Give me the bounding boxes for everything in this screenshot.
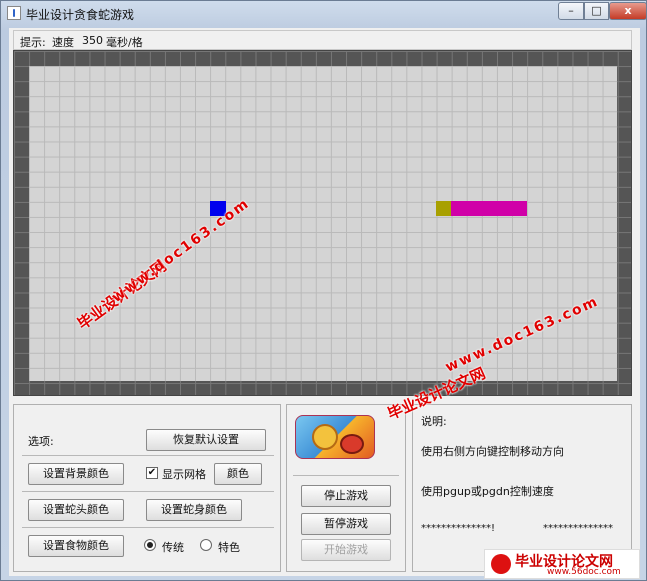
separator <box>22 527 274 528</box>
show-grid-checkbox[interactable]: ✔ <box>146 467 158 479</box>
hint-prefix: 提示: <box>20 36 46 49</box>
control-panel: 停止游戏 暂停游戏 开始游戏 <box>286 404 406 572</box>
instructions-stars-right: ************** <box>543 523 613 534</box>
logo-character-icon <box>312 424 338 450</box>
hint-speed-label: 速度 <box>52 36 74 49</box>
instructions-stars-left: **************! <box>421 523 496 534</box>
logo-snake-icon <box>340 434 364 454</box>
site-badge: 毕业设计论文网 www.56doc.com <box>484 549 640 579</box>
site-url: www.56doc.com <box>547 567 621 577</box>
snake-body-cell <box>511 201 528 216</box>
stop-game-button[interactable]: 停止游戏 <box>301 485 391 507</box>
close-button[interactable]: x <box>609 2 647 20</box>
food-cell <box>209 201 226 216</box>
separator <box>22 491 274 492</box>
restore-defaults-button[interactable]: 恢复默认设置 <box>146 429 266 451</box>
mode-traditional-radio[interactable] <box>144 539 156 551</box>
separator <box>22 455 274 456</box>
snake-body-cell <box>466 201 483 216</box>
instructions-panel: 说明: 使用右侧方向键控制移动方向 使用pgup或pgdn控制速度 ******… <box>412 404 632 572</box>
show-grid-label: 显示网格 <box>162 468 206 481</box>
java-app-icon <box>7 6 21 20</box>
set-body-color-button[interactable]: 设置蛇身颜色 <box>146 499 242 521</box>
pause-game-button[interactable]: 暂停游戏 <box>301 513 391 535</box>
mode-traditional-label: 传统 <box>162 541 184 554</box>
set-head-color-button[interactable]: 设置蛇头颜色 <box>28 499 124 521</box>
options-panel: 选项: 恢复默认设置 设置背景颜色 ✔ 显示网格 颜色 设置蛇头颜色 设置蛇身颜… <box>13 404 281 572</box>
options-title: 选项: <box>28 435 54 448</box>
maximize-button[interactable]: □ <box>584 2 609 20</box>
set-background-color-button[interactable]: 设置背景颜色 <box>28 463 124 485</box>
game-board[interactable] <box>13 50 632 396</box>
app-window: 毕业设计贪食蛇游戏 – □ x 提示: 速度 350 毫秒/格 选项: 恢复默认… <box>0 0 647 581</box>
minimize-button[interactable]: – <box>558 2 584 20</box>
start-game-button[interactable]: 开始游戏 <box>301 539 391 561</box>
board-grid <box>29 66 617 381</box>
title-bar: 毕业设计贪食蛇游戏 – □ x <box>1 1 647 27</box>
snake-head-cell <box>436 201 453 216</box>
content-pane: 提示: 速度 350 毫秒/格 选项: 恢复默认设置 设置背景颜色 ✔ 显示网格… <box>9 28 640 576</box>
snake-body-cell <box>481 201 498 216</box>
hint-speed-value: 350 <box>82 34 103 47</box>
hint-bar: 提示: 速度 350 毫秒/格 <box>13 30 632 50</box>
instructions-line-2: 使用pgup或pgdn控制速度 <box>421 485 554 498</box>
instructions-title: 说明: <box>421 415 447 428</box>
site-logo-icon <box>491 554 511 574</box>
mode-special-radio[interactable] <box>200 539 212 551</box>
grid-color-button[interactable]: 颜色 <box>214 463 262 485</box>
snake-body-cell <box>496 201 513 216</box>
set-food-color-button[interactable]: 设置食物颜色 <box>28 535 124 557</box>
mode-special-label: 特色 <box>218 541 240 554</box>
separator <box>293 475 399 476</box>
snake-body-cell <box>451 201 468 216</box>
game-logo-icon <box>295 415 375 459</box>
hint-unit: 毫秒/格 <box>106 36 143 49</box>
window-title: 毕业设计贪食蛇游戏 <box>26 8 135 22</box>
instructions-line-1: 使用右侧方向键控制移动方向 <box>421 445 564 458</box>
